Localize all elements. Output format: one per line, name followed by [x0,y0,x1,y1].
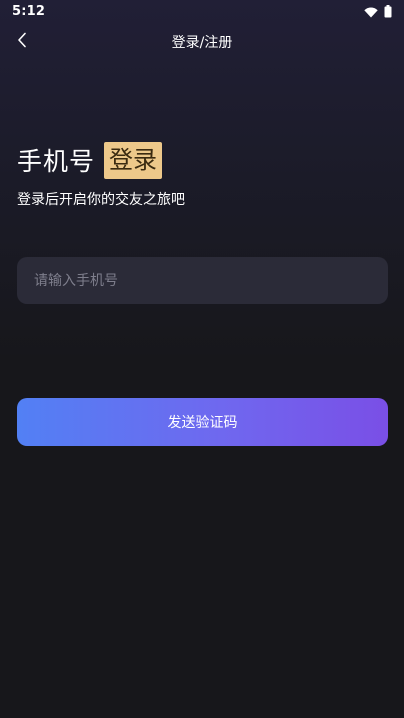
subtitle: 登录后开启你的交友之旅吧 [17,192,185,208]
send-code-button[interactable]: 发送验证码 [17,398,388,446]
status-icons [364,3,392,22]
status-bar: 5:12 [0,0,404,24]
status-time: 5:12 [12,4,46,19]
page-heading: 手机号 登录 [17,141,163,179]
phone-input[interactable] [17,257,388,304]
nav-title: 登录/注册 [171,35,233,51]
battery-icon [384,3,392,22]
nav-bar: 登录/注册 [0,24,404,60]
heading-tag: 登录 [104,141,163,179]
wifi-icon [364,3,378,22]
heading-main: 手机号 [17,147,96,176]
